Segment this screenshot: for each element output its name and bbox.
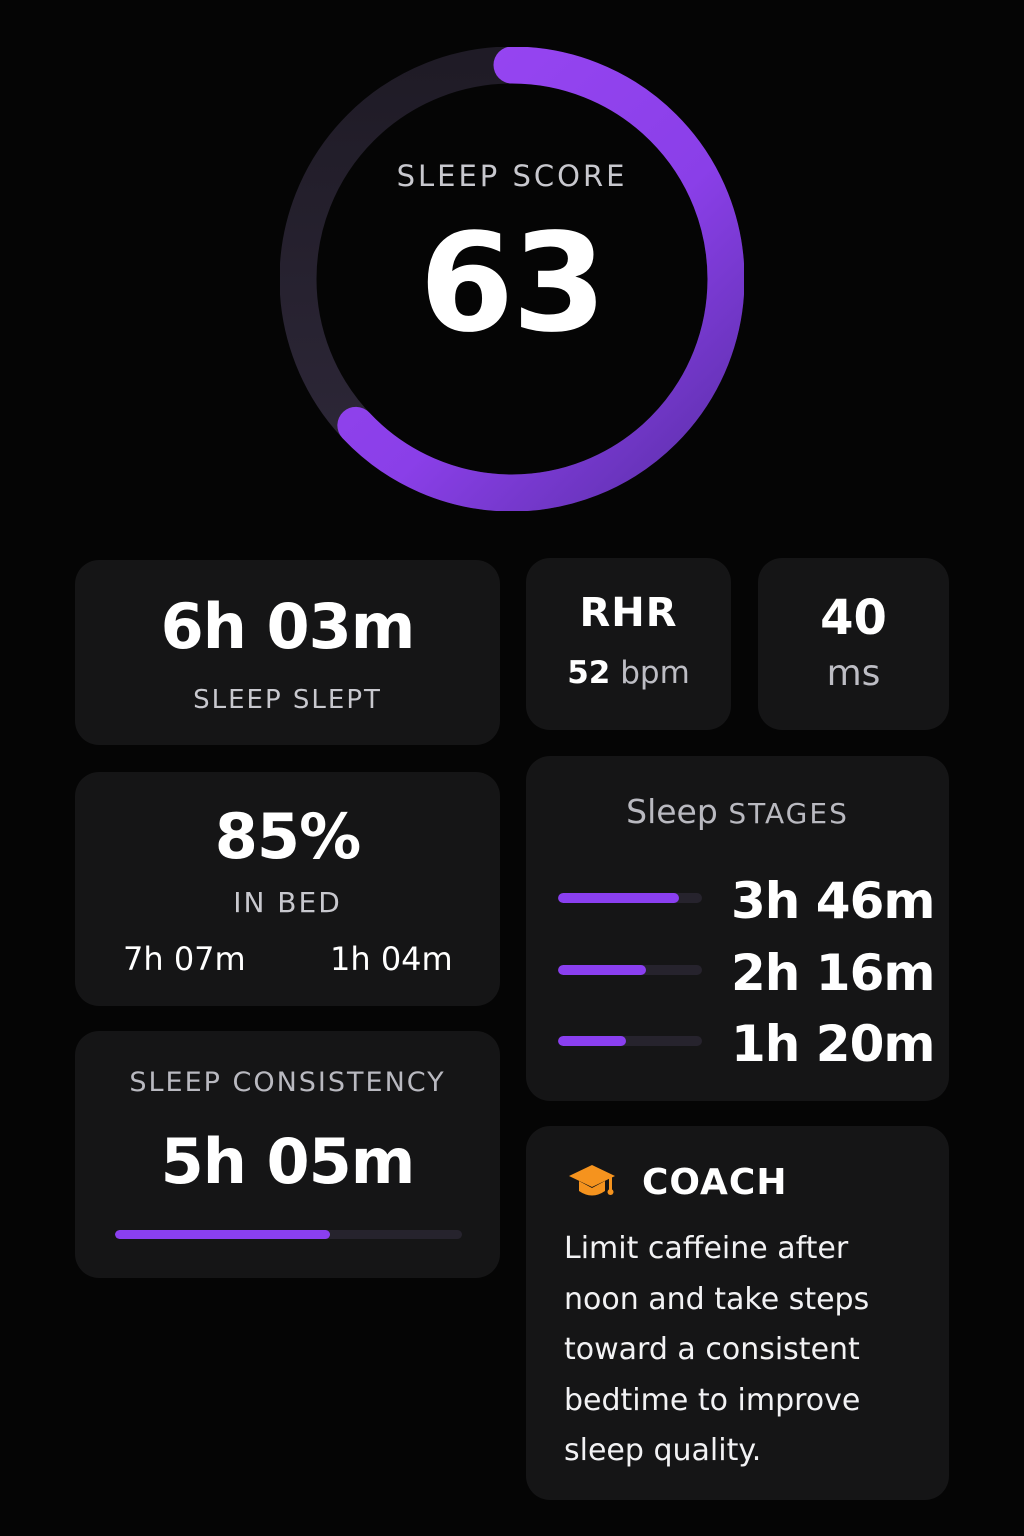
consistency-progress-track xyxy=(115,1230,462,1239)
stage-row: 3h 46m xyxy=(526,868,949,930)
sleep-consistency-card[interactable]: SLEEP CONSISTENCY 5h 05m xyxy=(75,1031,500,1278)
stages-label-prefix: Sleep xyxy=(626,792,718,831)
sleep-duration-value: 6h 03m xyxy=(160,590,416,663)
stage-bar-track xyxy=(558,893,702,903)
coach-message: Limit caffeine after noon and take steps… xyxy=(564,1231,870,1468)
stage-row: 1h 20m xyxy=(526,1011,949,1073)
consistency-label: SLEEP CONSISTENCY xyxy=(129,1067,446,1098)
stage-bar-track xyxy=(558,965,702,975)
sleep-duration-label: SLEEP SLEPT xyxy=(193,685,382,715)
stages-label-suffix: STAGES xyxy=(728,797,849,830)
rhr-unit: bpm xyxy=(620,655,690,691)
hrv-card[interactable]: 40 ms xyxy=(758,558,949,730)
efficiency-value: 85% xyxy=(214,800,361,873)
stage-bar-track xyxy=(558,1036,702,1046)
rhr-reading: 52 bpm xyxy=(526,655,731,691)
stage-duration: 3h 46m xyxy=(731,872,935,930)
sleep-efficiency-card[interactable]: 85% IN BED 7h 07m 1h 04m xyxy=(75,772,500,1006)
rhr-card[interactable]: RHR 52 bpm xyxy=(526,558,731,730)
consistency-progress-fill xyxy=(115,1230,331,1239)
hrv-value: 40 xyxy=(820,590,887,646)
stage-duration: 1h 20m xyxy=(731,1015,935,1073)
score-label: SLEEP SCORE xyxy=(396,159,628,193)
stage-bar-fill xyxy=(558,893,679,903)
hrv-unit: ms xyxy=(826,653,881,694)
coach-title: COACH xyxy=(642,1162,788,1203)
graduation-cap-icon xyxy=(569,1165,615,1196)
consistency-value: 5h 05m xyxy=(160,1125,416,1198)
sleep-duration-card[interactable]: 6h 03m SLEEP SLEPT xyxy=(75,560,500,745)
efficiency-label: IN BED xyxy=(233,886,342,919)
stage-duration: 2h 16m xyxy=(731,944,935,1002)
time-in-bed-value: 7h 07m xyxy=(123,940,246,978)
rhr-label: RHR xyxy=(579,590,678,636)
sleep-score-ring[interactable]: SLEEP SCORE 63 xyxy=(280,47,744,511)
coach-card[interactable]: COACH Limit caffeine after noon and take… xyxy=(526,1126,949,1500)
stage-row: 2h 16m xyxy=(526,940,949,1002)
time-awake-value: 1h 04m xyxy=(330,940,453,978)
score-value: 63 xyxy=(419,205,606,363)
stages-label: Sleep STAGES xyxy=(526,792,949,831)
stage-bar-fill xyxy=(558,965,646,975)
rhr-value: 52 xyxy=(567,655,611,691)
sleep-stages-card[interactable]: Sleep STAGES 3h 46m 2h 16m 1h 20m xyxy=(526,756,949,1101)
stage-bar-fill xyxy=(558,1036,626,1046)
